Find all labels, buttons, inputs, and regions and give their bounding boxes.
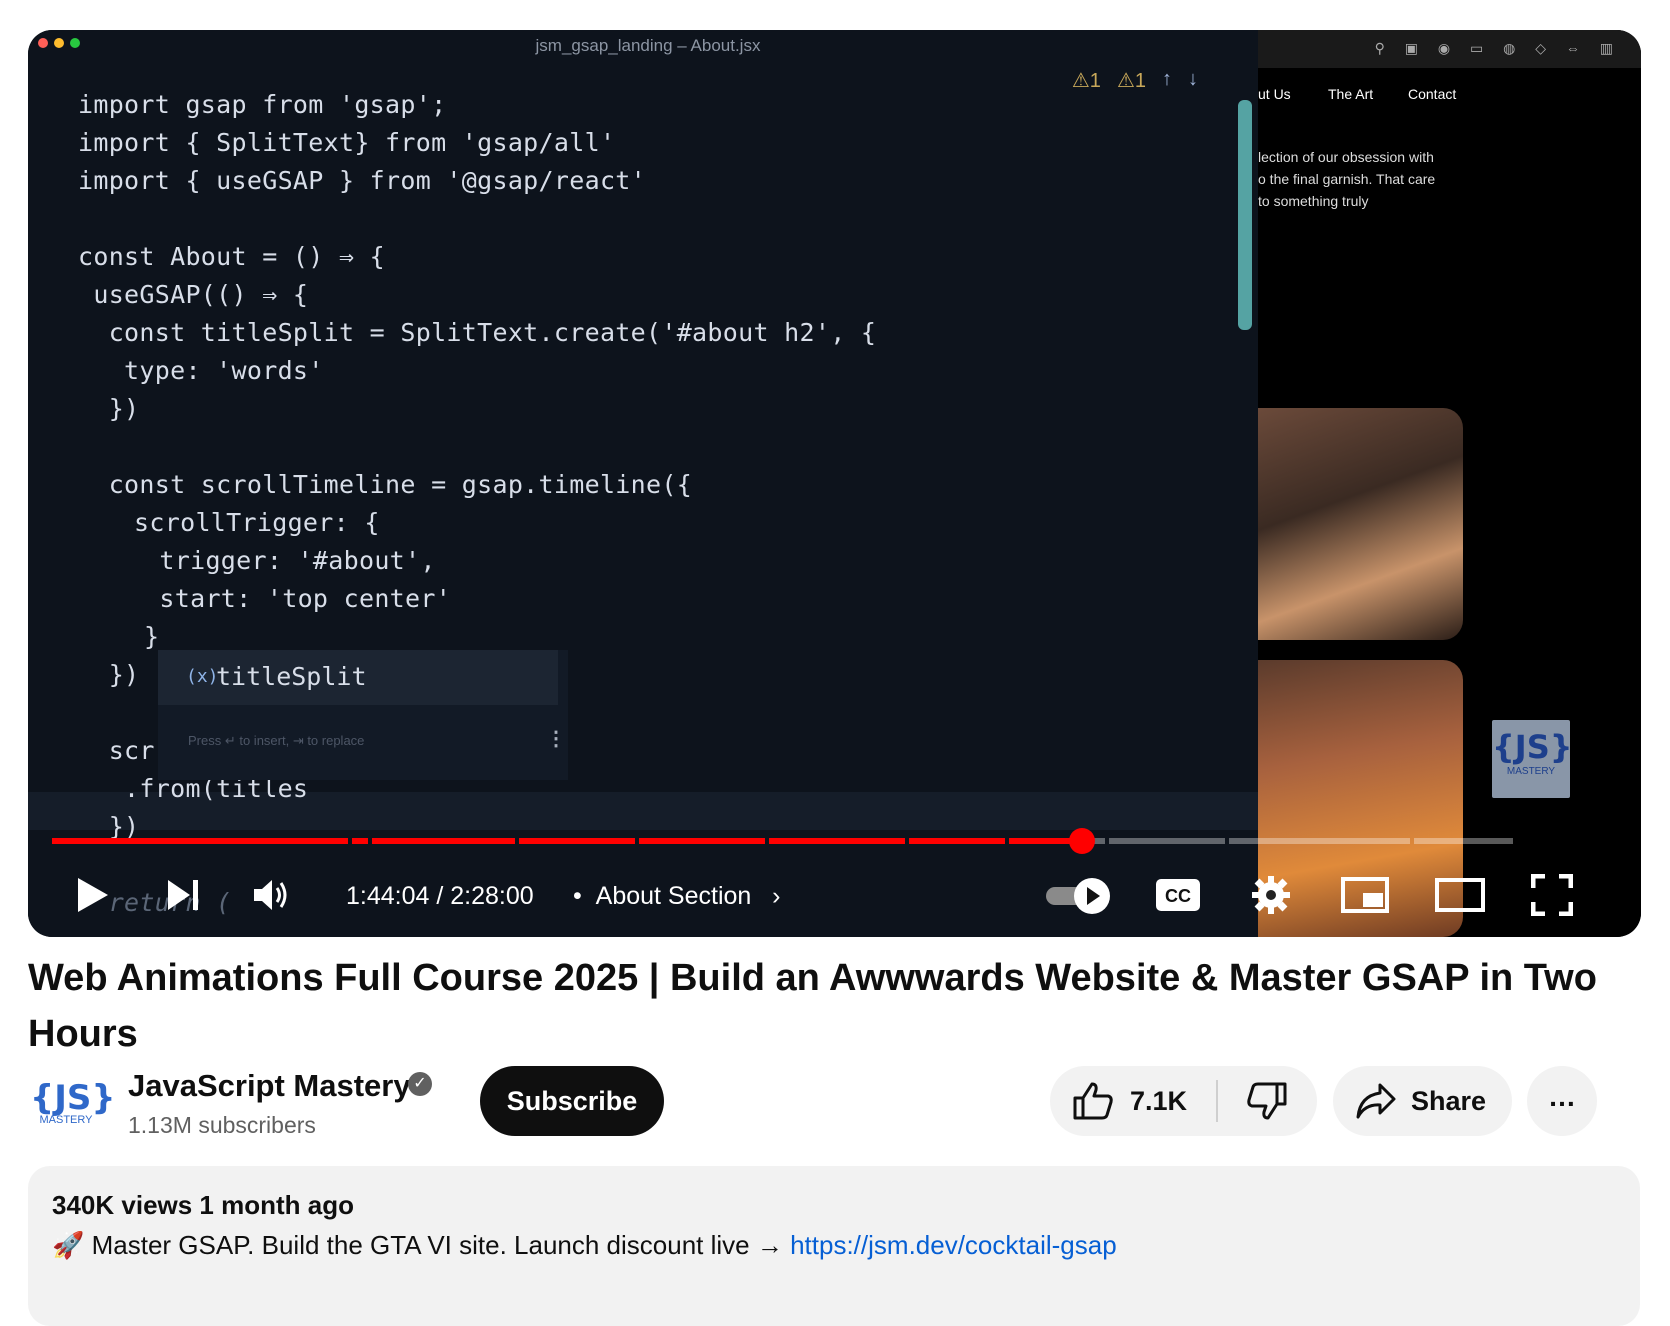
code-line: start: 'top center'	[98, 584, 452, 613]
chapter-title: About Section	[595, 882, 752, 910]
description-text: 🚀 Master GSAP. Build the GTA VI site. La…	[52, 1230, 1117, 1261]
channel-watermark[interactable]: {JS} MASTERY	[1492, 720, 1573, 798]
miniplayer-icon[interactable]	[1338, 870, 1392, 920]
warning-icon: ⚠1	[1116, 70, 1146, 92]
arrow-down-icon: ↓	[1188, 68, 1198, 90]
code-editor-frame: jsm_gsap_landing – About.jsx ⚠1 ⚠1 ↑ ↓ i…	[28, 30, 1258, 937]
autocomplete-hint: Press ↵ to insert, ⇥ to replace	[188, 733, 365, 748]
nav-link: The Art	[1328, 86, 1374, 102]
progress-segment[interactable]	[1109, 838, 1225, 844]
watermark-logo: {JS}	[1492, 728, 1573, 766]
chevron-right-icon: ›	[758, 882, 781, 910]
progress-segment[interactable]	[372, 838, 515, 844]
description-link[interactable]: https://jsm.dev/cocktail-gsap	[790, 1230, 1117, 1260]
like-button[interactable]: 7.1K	[1050, 1066, 1215, 1136]
description-box[interactable]: 340K views 1 month ago 🚀 Master GSAP. Bu…	[28, 1166, 1640, 1326]
share-icon	[1356, 1083, 1396, 1119]
code-line: trigger: '#about',	[98, 546, 436, 575]
progress-segment[interactable]	[909, 838, 1005, 844]
progress-segment[interactable]	[639, 838, 765, 844]
time-display: 1:44:04 / 2:28:00	[346, 882, 534, 910]
code-line: useGSAP(() ⇒ {	[78, 280, 309, 309]
progress-segment[interactable]	[1229, 838, 1410, 844]
autocomplete-label: titleSplit	[216, 662, 367, 691]
code-line: type: 'words'	[78, 356, 324, 385]
browser-toolbar: ⚲ ▣ ◉ ▭ ◍ ◇ ⇔ ▥	[1258, 30, 1641, 68]
arrow-up-icon: ↑	[1162, 68, 1172, 90]
captions-icon[interactable]: CC	[1153, 870, 1203, 920]
editor-scrollbar[interactable]	[1238, 100, 1252, 330]
site-preview: ⚲ ▣ ◉ ▭ ◍ ◇ ⇔ ▥ ut Us The Art Contact le…	[1258, 30, 1641, 937]
theater-mode-icon[interactable]	[1433, 870, 1487, 920]
progress-segment[interactable]	[52, 838, 348, 844]
like-count: 7.1K	[1130, 1086, 1188, 1116]
code-line: const titleSplit = SplitText.create('#ab…	[78, 318, 877, 347]
progress-segment[interactable]	[1414, 838, 1513, 844]
subscriber-count: 1.13M subscribers	[128, 1112, 316, 1138]
chapter-button[interactable]: • About Section ›	[573, 882, 781, 911]
svg-text:CC: CC	[1165, 886, 1191, 906]
share-label: Share	[1411, 1086, 1487, 1116]
thumbs-down-icon	[1247, 1082, 1287, 1120]
avatar-logo: {JS}	[30, 1078, 116, 1118]
scrubber-handle[interactable]	[1068, 828, 1095, 854]
editor-title: jsm_gsap_landing – About.jsx	[535, 36, 761, 55]
rocket-icon: 🚀	[52, 1230, 85, 1260]
code-line: import { SplitText} from 'gsap/all'	[78, 128, 616, 157]
browser-tools-icon: ⚲ ▣ ◉ ▭ ◍ ◇ ⇔ ▥	[1374, 40, 1621, 56]
verified-badge-icon: ✓	[408, 1072, 432, 1096]
more-actions-icon[interactable]: …	[1527, 1066, 1597, 1136]
like-dislike-group: 7.1K	[1050, 1066, 1317, 1136]
progress-segment[interactable]	[519, 838, 635, 844]
share-button[interactable]: Share	[1333, 1066, 1512, 1136]
watermark-text: MASTERY	[1506, 766, 1556, 777]
thumbs-up-icon	[1073, 1082, 1113, 1120]
channel-avatar[interactable]: {JS} MASTERY	[30, 1078, 116, 1150]
autocomplete-popup[interactable]: (x) titleSplit Press ↵ to insert, ⇥ to r…	[158, 650, 568, 780]
code-line: const About = () ⇒ {	[78, 242, 386, 271]
video-title: Web Animations Full Course 2025 | Build …	[28, 957, 1597, 1055]
nav-link: ut Us	[1258, 86, 1291, 102]
code-line: }	[98, 622, 160, 651]
progress-segment[interactable]	[352, 838, 368, 844]
editor-warnings: ⚠1 ⚠1 ↑ ↓	[1072, 68, 1198, 93]
progress-segment[interactable]	[769, 838, 905, 844]
volume-icon[interactable]	[246, 870, 296, 920]
settings-gear-icon[interactable]	[1246, 870, 1296, 920]
code-line: })	[78, 812, 140, 841]
next-icon[interactable]	[158, 870, 208, 920]
fullscreen-icon[interactable]	[1525, 870, 1579, 920]
description-body: Master GSAP. Build the GTA VI site. Laun…	[84, 1230, 791, 1260]
dot-separator: •	[573, 882, 596, 910]
code-line: import gsap from 'gsap';	[78, 90, 447, 119]
code-line: scr	[78, 736, 155, 765]
variable-icon: (x)	[186, 666, 219, 687]
video-player[interactable]: jsm_gsap_landing – About.jsx ⚠1 ⚠1 ↑ ↓ i…	[28, 30, 1641, 937]
code-line: scrollTrigger: {	[88, 508, 380, 537]
code-line: })	[78, 394, 140, 423]
autoplay-toggle[interactable]	[1043, 870, 1115, 920]
avatar-text: MASTERY	[39, 1114, 93, 1126]
code-line: })	[78, 660, 140, 689]
channel-name-link[interactable]: JavaScript Mastery	[128, 1068, 411, 1104]
nav-link: Contact	[1408, 86, 1457, 102]
warning-icon: ⚠1	[1071, 70, 1101, 92]
player-controls: 1:44:04 / 2:28:00 • About Section › CC	[28, 870, 1641, 930]
progress-bar[interactable]	[52, 828, 1617, 854]
autocomplete-item[interactable]: (x) titleSplit	[158, 650, 558, 705]
code-line: const scrollTimeline = gsap.timeline({	[78, 470, 693, 499]
cocktail-photo	[1258, 408, 1463, 640]
more-vertical-icon[interactable]: ⋮	[546, 726, 566, 751]
dislike-button[interactable]	[1218, 1066, 1317, 1136]
view-count-and-date: 340K views 1 month ago	[52, 1190, 354, 1220]
play-icon[interactable]	[68, 870, 118, 920]
code-line: import { useGSAP } from '@gsap/react'	[78, 166, 646, 195]
subscribe-button[interactable]: Subscribe	[480, 1066, 664, 1136]
preview-paragraph: lection of our obsession with o the fina…	[1258, 149, 1436, 209]
